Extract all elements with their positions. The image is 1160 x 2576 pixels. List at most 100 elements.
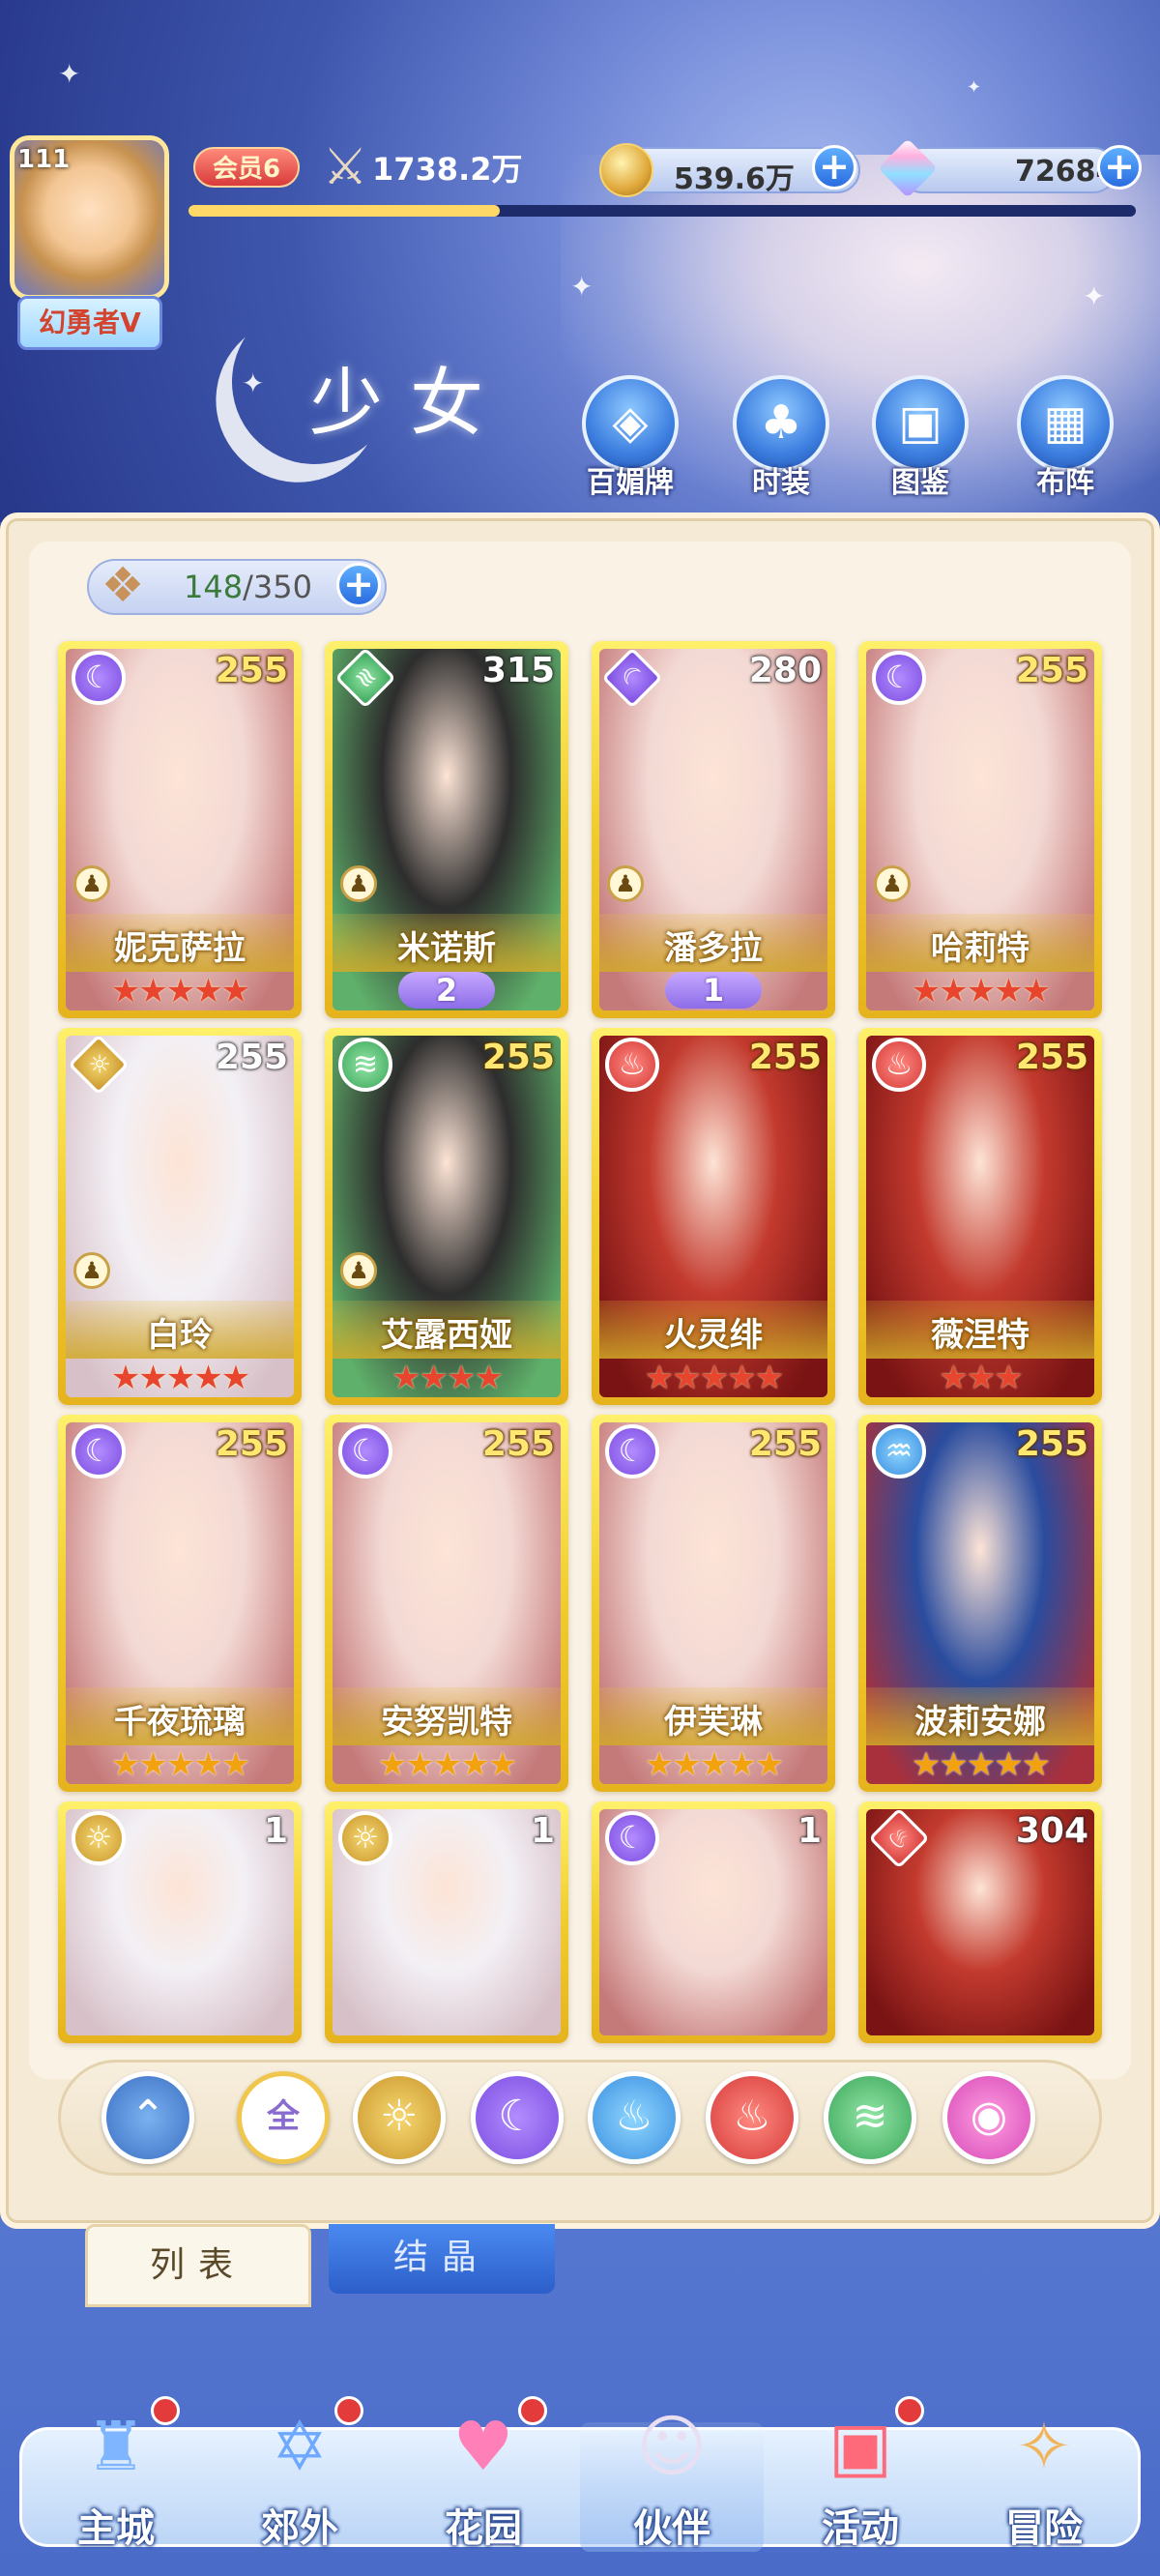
fire-element-icon: ♨ (872, 1038, 926, 1092)
star-icon: ★ (939, 1745, 969, 1784)
filter-wind-icon[interactable]: ≋ (824, 2071, 916, 2164)
nav-main-city[interactable]: ♜ 主城 (39, 2388, 193, 2562)
filter-all-button[interactable]: 全 (237, 2071, 330, 2164)
character-card[interactable]: ☾ 280 ♟ 潘多拉 1 (592, 641, 835, 1018)
star-icon: ★ (487, 1745, 518, 1784)
character-name: 潘多拉 (664, 929, 763, 968)
character-level: 255 (1015, 651, 1088, 690)
nav-garden[interactable]: ♥ 花园 (406, 2388, 561, 2562)
filter-class-icon[interactable]: ⌃ (102, 2071, 194, 2164)
star-icon: ★ (220, 972, 251, 1010)
star-icon: ★ (727, 1745, 757, 1784)
star-rating: ★★★★ (333, 1359, 561, 1397)
class-icon: ♟ (73, 1252, 110, 1289)
star-icon: ★ (165, 972, 196, 1010)
filter-moon-icon[interactable]: ☾ (471, 2071, 564, 2164)
compass-icon: ✧ (1015, 2407, 1073, 2486)
character-card[interactable]: ☾ 1 (592, 1801, 835, 2043)
vip-badge[interactable]: 会员6 (193, 147, 300, 188)
filter-star-icon[interactable]: ◉ (942, 2071, 1035, 2164)
expand-roster-button[interactable]: + (336, 563, 381, 607)
star-icon: ★ (138, 1745, 168, 1784)
star-icon: ★ (377, 1745, 408, 1784)
nav-adventure[interactable]: ✧ 冒险 (967, 2388, 1121, 2562)
feature-label: 百媚牌 (587, 466, 674, 500)
character-card[interactable]: ☾ 255 安努凯特 ★★★★★ (325, 1415, 568, 1792)
nav-label: 伙伴 (633, 2506, 710, 2551)
nav-partner[interactable]: ☺ 伙伴 (594, 2388, 749, 2562)
moon-element-icon: ☾ (605, 1424, 659, 1478)
feature-gallery[interactable]: ▣ 图鉴 (862, 375, 978, 520)
character-card[interactable]: ☼ 1 (325, 1801, 568, 2043)
character-name: 火灵绯 (664, 1316, 763, 1355)
tab-crystal[interactable]: 结晶 (329, 2224, 555, 2294)
nav-label: 主城 (77, 2506, 155, 2551)
star-icon: ★ (754, 1745, 785, 1784)
card-deck-icon: ◈ (582, 375, 679, 472)
star-icon: ★ (193, 1745, 223, 1784)
star-rating: ★★★★★ (66, 972, 294, 1010)
feature-card-deck[interactable]: ◈ 百媚牌 (572, 375, 688, 520)
filter-fire-icon[interactable]: ♨ (706, 2071, 798, 2164)
sparkle-icon: ✦ (1083, 280, 1106, 312)
character-card[interactable]: ☾ 255 ♟ 妮克萨拉 ★★★★★ (58, 641, 302, 1018)
class-icon: ♟ (73, 865, 110, 902)
character-level: 255 (481, 1038, 555, 1077)
character-card[interactable]: ≋ 255 ♟ 艾露西娅 ★★★★ (325, 1028, 568, 1405)
character-name: 白玲 (147, 1316, 213, 1355)
star-icon: ★ (110, 1359, 141, 1397)
character-card[interactable]: ≋ 315 ♟ 米诺斯 2 (325, 641, 568, 1018)
star-icon: ★ (419, 1359, 450, 1397)
star-rating: ★★★★★ (599, 1359, 827, 1397)
feature-label: 图鉴 (891, 466, 949, 500)
character-name: 千夜琉璃 (114, 1703, 246, 1742)
add-diamond-button[interactable]: + (1097, 145, 1142, 190)
character-card[interactable]: ♨ 255 薇涅特 ★★★ (858, 1028, 1102, 1405)
star-icon: ★ (994, 972, 1024, 1010)
character-name: 波莉安娜 (914, 1703, 1046, 1742)
moon-element-icon: ☾ (338, 1424, 392, 1478)
filter-sun-icon[interactable]: ☼ (353, 2071, 446, 2164)
nav-outskirts[interactable]: ✡ 郊外 (222, 2388, 377, 2562)
filter-water-icon[interactable]: ♨ (588, 2071, 681, 2164)
character-level: 255 (481, 1424, 555, 1464)
star-icon: ★ (1021, 972, 1052, 1010)
character-card[interactable]: ☾ 255 伊芙琳 ★★★★★ (592, 1415, 835, 1792)
moon-element-icon: ☾ (72, 1424, 126, 1478)
star-rating: ★★★★★ (333, 1745, 561, 1784)
star-icon: ★ (165, 1745, 196, 1784)
star-icon: ★ (193, 972, 223, 1010)
nav-label: 活动 (822, 2506, 899, 2551)
character-name: 米诺斯 (397, 929, 496, 968)
character-level: 280 (748, 651, 822, 690)
partner-portrait-icon: ☺ (636, 2407, 708, 2486)
character-card[interactable]: ♒ 255 波莉安娜 ★★★★★ (858, 1415, 1102, 1792)
nav-activity[interactable]: ▣ 活动 (783, 2388, 938, 2562)
star-icon: ★ (165, 1359, 196, 1397)
character-name: 安努凯特 (381, 1703, 512, 1742)
notification-dot (895, 2396, 924, 2425)
star-icon: ★ (966, 1745, 997, 1784)
feature-formation[interactable]: ▦ 布阵 (1007, 375, 1123, 520)
class-icon: ♟ (340, 1252, 377, 1289)
roster-count-value: 148 (184, 569, 244, 605)
star-icon: ★ (405, 1745, 435, 1784)
star-icon: ★ (699, 1359, 730, 1397)
character-card[interactable]: ♨ 304 (858, 1801, 1102, 2043)
moon-element-icon: ☾ (872, 651, 926, 705)
character-card[interactable]: ☼ 1 (58, 1801, 302, 2043)
wind-element-icon: ≋ (338, 1038, 392, 1092)
add-gold-button[interactable]: + (812, 145, 856, 190)
moon-element-icon: ☾ (605, 1811, 659, 1865)
character-level: 304 (1015, 1811, 1088, 1851)
awaken-badge: 1 (665, 972, 762, 1009)
player-name[interactable]: 幻勇者V (17, 296, 162, 350)
feature-label: 时装 (752, 466, 810, 500)
character-card[interactable]: ♨ 255 火灵绯 ★★★★★ (592, 1028, 835, 1405)
character-card[interactable]: ☾ 255 千夜琉璃 ★★★★★ (58, 1415, 302, 1792)
character-card[interactable]: ☾ 255 ♟ 哈莉特 ★★★★★ (858, 641, 1102, 1018)
character-card[interactable]: ☼ 255 ♟ 白玲 ★★★★★ (58, 1028, 302, 1405)
feature-costume[interactable]: ♣ 时装 (723, 375, 839, 520)
character-name: 薇涅特 (931, 1316, 1030, 1355)
tab-list[interactable]: 列表 (85, 2224, 311, 2307)
